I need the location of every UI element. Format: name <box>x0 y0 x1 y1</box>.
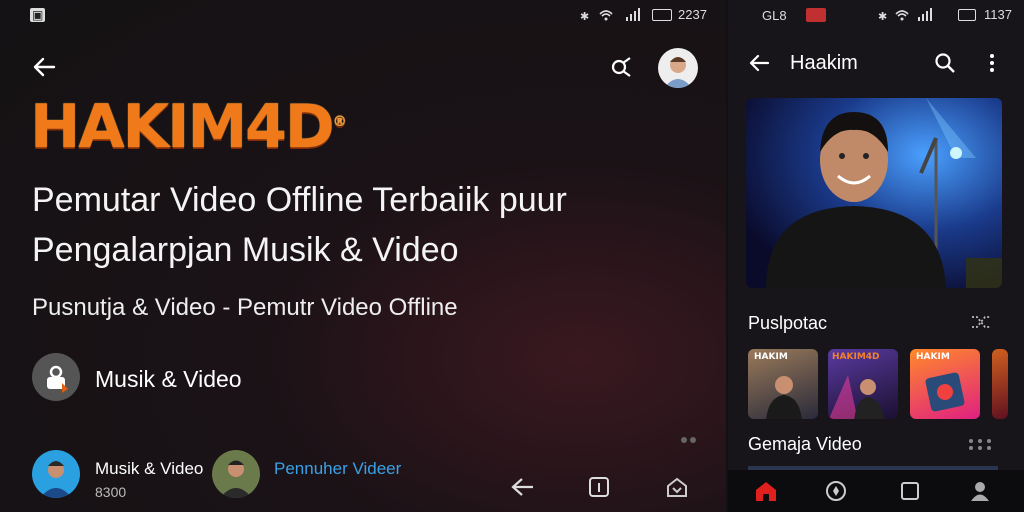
video-subtitle: Pusnutja & Video - Pemutr Video Offline <box>32 294 458 321</box>
status-time: 2237 <box>678 7 707 22</box>
section-title-playlist: Puslpotac <box>748 313 828 333</box>
playlist-thumb-1[interactable]: HAKIM <box>748 349 818 419</box>
header-title: Haakim <box>790 52 858 74</box>
channel-name[interactable]: Musik & Video <box>95 366 242 393</box>
thumb-caption-2: HAKIM4D <box>832 352 880 362</box>
svg-text:✱: ✱ <box>580 11 589 22</box>
sub-item-meta-1: 8300 <box>95 484 127 500</box>
title-line-2: Pengalarpjan Musik & Video <box>32 231 459 269</box>
profile-icon[interactable] <box>966 478 994 504</box>
info-icon[interactable] <box>586 474 612 500</box>
sub-item-avatar-1[interactable] <box>32 450 80 498</box>
thumb-caption-1: HAKIM <box>754 352 788 362</box>
signal-icons: ✱ <box>580 8 650 22</box>
app-notification-icon <box>806 8 826 22</box>
featured-video-thumbnail[interactable] <box>746 98 1002 288</box>
section-title-videos: Gemaja Video <box>748 434 862 454</box>
playlist-thumb-2[interactable]: HAKIM4D <box>828 349 898 419</box>
sub-item-title-1[interactable]: Musik & Video <box>95 459 203 479</box>
avatar[interactable] <box>658 48 698 88</box>
right-screen: GL8 ✱ 1137 Haakim Puslpotac HAKIM HAKIM4… <box>728 0 1024 512</box>
share-icon[interactable] <box>606 52 638 82</box>
more-vertical-icon[interactable] <box>984 50 1000 76</box>
thumb-caption-3: HAKIM <box>916 352 950 362</box>
playlist-thumb-3[interactable]: HAKIM <box>910 349 980 419</box>
battery-icon <box>652 9 672 21</box>
playlist-thumb-4[interactable] <box>992 349 1008 419</box>
grid-icon[interactable] <box>968 438 992 450</box>
library-icon[interactable] <box>896 478 924 504</box>
notification-icon: ▣ <box>30 8 46 22</box>
brand-logo: HAKIM4D® <box>30 92 347 162</box>
more-dots-icon[interactable] <box>680 436 698 444</box>
carrier-label: GL8 <box>762 8 787 23</box>
home-icon[interactable] <box>752 478 780 504</box>
status-time-right: 1137 <box>984 7 1012 22</box>
title-line-1: Pemutar Video Offline Terbaiik puur <box>32 181 567 219</box>
explore-icon[interactable] <box>822 478 850 504</box>
video-title: Pemutar Video Offline Terbaiik puur Peng… <box>32 175 712 275</box>
sub-item-avatar-2[interactable] <box>212 450 260 498</box>
back-arrow-icon[interactable] <box>28 52 60 82</box>
bottom-navigation <box>728 470 1024 512</box>
search-icon[interactable] <box>932 50 958 76</box>
left-screen: ▣ ✱ 2237 HAKIM4D® Pemutar Video Offline … <box>0 0 726 512</box>
svg-text:✱: ✱ <box>878 11 887 22</box>
reply-icon[interactable] <box>508 474 538 500</box>
status-bar: ▣ ✱ 2237 <box>0 0 726 30</box>
back-arrow-icon-right[interactable] <box>746 50 772 76</box>
status-bar-right: GL8 ✱ 1137 <box>728 0 1024 30</box>
sub-item-title-2[interactable]: Pennuher Videer <box>274 459 401 479</box>
battery-icon-right <box>958 9 976 21</box>
channel-icon[interactable] <box>32 353 80 401</box>
signal-icons-right: ✱ <box>878 8 948 22</box>
download-icon[interactable] <box>664 474 690 500</box>
shuffle-icon[interactable] <box>970 312 992 332</box>
